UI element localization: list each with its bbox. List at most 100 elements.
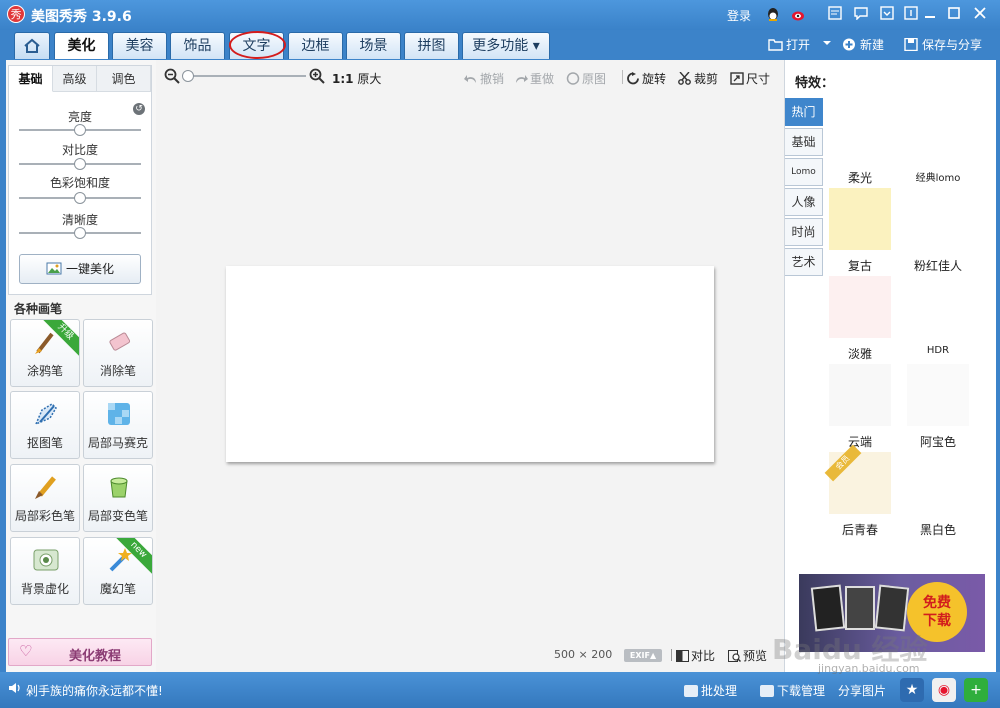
- menu-icon[interactable]: [878, 6, 896, 24]
- feedback-icon[interactable]: [826, 6, 844, 24]
- effect-black-white[interactable]: 黑白色: [907, 452, 969, 537]
- home-tab[interactable]: [14, 32, 50, 59]
- zoom-out-icon[interactable]: [164, 68, 180, 84]
- mosaic-icon: [108, 403, 130, 425]
- tab-more-features[interactable]: 更多功能 ▾: [462, 32, 550, 59]
- tab-frames[interactable]: 边框: [288, 32, 343, 59]
- message-icon[interactable]: [852, 6, 870, 24]
- subtab-color[interactable]: 调色: [97, 66, 151, 92]
- effect-elegant[interactable]: 淡雅: [829, 276, 891, 361]
- sharpness-knob[interactable]: [74, 227, 86, 239]
- preview-button[interactable]: 预览: [728, 647, 767, 664]
- compare-button[interactable]: 对比: [676, 647, 715, 664]
- batch-process-button[interactable]: 批处理: [684, 682, 737, 699]
- local-mosaic-button[interactable]: 局部马赛克: [83, 391, 153, 459]
- open-dropdown-icon[interactable]: [822, 37, 832, 51]
- share-image-button[interactable]: 分享图片: [838, 682, 886, 699]
- tutorial-button[interactable]: ♡ 美化教程: [8, 638, 152, 666]
- maximize-icon[interactable]: [944, 4, 964, 24]
- effect-retro[interactable]: 复古: [829, 188, 891, 273]
- login-link[interactable]: 登录: [727, 7, 751, 24]
- add-icon[interactable]: +: [964, 678, 988, 702]
- star-icon[interactable]: ★: [900, 678, 924, 702]
- graffiti-brush-button[interactable]: 升级 涂鸦笔: [10, 319, 80, 387]
- effect-classic-lomo[interactable]: 经典lomo: [907, 100, 969, 184]
- rotate-button[interactable]: 旋转: [626, 70, 666, 87]
- minimize-icon[interactable]: [920, 4, 940, 24]
- ratio-value: 1:1: [332, 72, 354, 86]
- category-popular[interactable]: 热门: [785, 98, 823, 126]
- effect-abao-color[interactable]: 阿宝色: [907, 364, 969, 449]
- actual-size-button[interactable]: 1:1 原大: [332, 70, 381, 87]
- rotate-label: 旋转: [642, 72, 667, 86]
- effect-hdr[interactable]: HDR: [907, 276, 969, 358]
- exif-button[interactable]: EXIF▲: [624, 649, 662, 662]
- brightness-knob[interactable]: [74, 124, 86, 136]
- effects-title: 特效：: [795, 76, 835, 91]
- ad-line-1: 免费: [923, 595, 951, 611]
- undo-button[interactable]: 撤销: [464, 70, 504, 87]
- help-icon[interactable]: [902, 6, 920, 24]
- tab-decorations[interactable]: 饰品: [170, 32, 225, 59]
- category-portrait[interactable]: 人像: [785, 188, 823, 216]
- brightness-slider[interactable]: [19, 124, 141, 136]
- saturation-label: 色彩饱和度: [49, 176, 110, 190]
- contrast-slider[interactable]: [19, 158, 141, 170]
- category-lomo[interactable]: Lomo: [785, 158, 823, 186]
- subtab-advanced[interactable]: 高级: [53, 66, 97, 92]
- background-blur-button[interactable]: 背景虚化: [10, 537, 80, 605]
- subtab-basic[interactable]: 基础: [9, 66, 53, 92]
- sharpness-slider[interactable]: [19, 227, 141, 239]
- category-art[interactable]: 艺术: [785, 248, 823, 276]
- magic-brush-button[interactable]: new 魔幻笔: [83, 537, 153, 605]
- tab-text[interactable]: 文字: [229, 32, 284, 59]
- effect-label: 阿宝色: [919, 435, 956, 449]
- open-button[interactable]: 打开: [768, 36, 810, 53]
- one-key-beautify-button[interactable]: 一键美化: [19, 254, 141, 284]
- left-panel: 基础 高级 调色 ↺ 亮度 对比度 色彩饱和度 清晰度 一键美化 各种画笔 升级…: [6, 60, 156, 672]
- qq-icon[interactable]: [764, 6, 782, 24]
- original-button[interactable]: 原图: [566, 70, 606, 87]
- cutout-brush-button[interactable]: 抠图笔: [10, 391, 80, 459]
- category-basic[interactable]: 基础: [785, 128, 823, 156]
- save-share-button[interactable]: 保存与分享: [904, 36, 982, 53]
- toolbar-divider: [622, 70, 623, 84]
- undo-label: 撤销: [480, 72, 505, 86]
- compare-label: 对比: [691, 649, 716, 663]
- effect-cloud[interactable]: 云端: [829, 364, 891, 449]
- zoom-knob[interactable]: [182, 70, 194, 82]
- close-icon[interactable]: [970, 4, 990, 24]
- saturation-slider[interactable]: [19, 192, 141, 204]
- resize-button[interactable]: 尺寸: [730, 70, 770, 87]
- effect-post-youth[interactable]: 会员 后青春: [824, 444, 891, 537]
- basic-adjust-panel: 基础 高级 调色 ↺ 亮度 对比度 色彩饱和度 清晰度 一键美化: [8, 65, 152, 295]
- effect-pink-lady[interactable]: 粉红佳人: [907, 188, 969, 273]
- new-button[interactable]: 新建: [842, 36, 884, 53]
- tab-collage[interactable]: 拼图: [404, 32, 459, 59]
- photo-canvas[interactable]: [226, 266, 714, 462]
- local-color-brush-button[interactable]: 局部彩色笔: [10, 464, 80, 532]
- weibo-share-icon[interactable]: ◉: [932, 678, 956, 702]
- zoom-in-icon[interactable]: [309, 68, 325, 84]
- saturation-knob[interactable]: [74, 192, 86, 204]
- weibo-icon[interactable]: [790, 6, 808, 24]
- local-recolor-brush-button[interactable]: 局部变色笔: [83, 464, 153, 532]
- download-manager-button[interactable]: 下载管理: [760, 682, 825, 699]
- tab-beauty[interactable]: 美容: [112, 32, 167, 59]
- effect-thumbnail: 会员: [824, 444, 891, 514]
- category-fashion[interactable]: 时尚: [785, 218, 823, 246]
- crop-button[interactable]: 裁剪: [678, 70, 718, 87]
- effect-thumbnail: [907, 100, 969, 162]
- blur-icon: [33, 549, 59, 571]
- effect-soft-light[interactable]: 柔光: [829, 100, 891, 185]
- tab-scenes[interactable]: 场景: [346, 32, 401, 59]
- contrast-knob[interactable]: [74, 158, 86, 170]
- brightness-label: 亮度: [67, 110, 92, 124]
- speaker-icon[interactable]: [8, 682, 21, 697]
- scissors-icon: [678, 72, 691, 85]
- eraser-brush-button[interactable]: 消除笔: [83, 319, 153, 387]
- status-message[interactable]: 剁手族的痛你永远都不懂!: [26, 682, 163, 699]
- redo-button[interactable]: 重做: [514, 70, 554, 87]
- tab-beautify[interactable]: 美化: [54, 32, 109, 59]
- zoom-slider[interactable]: [186, 75, 306, 77]
